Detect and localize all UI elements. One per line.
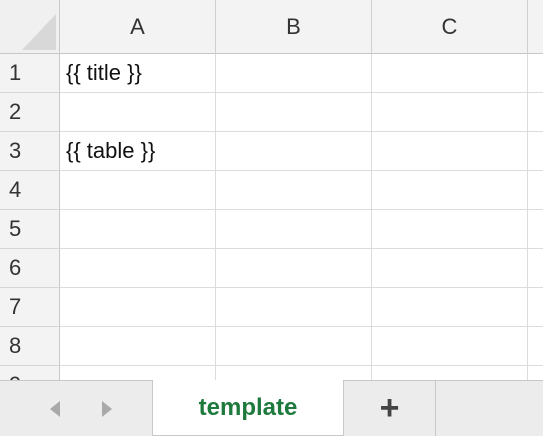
cell-c8[interactable]: [372, 327, 528, 366]
cell-b9[interactable]: [216, 366, 372, 380]
cell-b4[interactable]: [216, 171, 372, 210]
cell-d5[interactable]: [528, 210, 543, 249]
cell-b3[interactable]: [216, 132, 372, 171]
cell-d6[interactable]: [528, 249, 543, 288]
cell-a9[interactable]: [60, 366, 216, 380]
cell-d8[interactable]: [528, 327, 543, 366]
sheet-tab-template[interactable]: template: [152, 380, 344, 436]
cell-d2[interactable]: [528, 93, 543, 132]
cell-a5[interactable]: [60, 210, 216, 249]
cell-c2[interactable]: [372, 93, 528, 132]
column-header-a[interactable]: A: [60, 0, 216, 54]
row-header-5[interactable]: 5: [0, 210, 60, 249]
cell-a8[interactable]: [60, 327, 216, 366]
row-header-2[interactable]: 2: [0, 93, 60, 132]
row-header-8[interactable]: 8: [0, 327, 60, 366]
add-sheet-button[interactable]: +: [344, 381, 436, 436]
sheet-tab-bar: template +: [0, 380, 543, 436]
cell-c3[interactable]: [372, 132, 528, 171]
cell-d9[interactable]: [528, 366, 543, 380]
row-header-1[interactable]: 1: [0, 54, 60, 93]
row-header-7[interactable]: 7: [0, 288, 60, 327]
cell-a4[interactable]: [60, 171, 216, 210]
cell-a6[interactable]: [60, 249, 216, 288]
row-header-9[interactable]: 9: [0, 366, 60, 380]
cell-c7[interactable]: [372, 288, 528, 327]
cell-a7[interactable]: [60, 288, 216, 327]
cell-b8[interactable]: [216, 327, 372, 366]
select-all-corner[interactable]: [0, 0, 60, 54]
chevron-left-icon[interactable]: [40, 395, 70, 423]
cell-c5[interactable]: [372, 210, 528, 249]
cell-a2[interactable]: [60, 93, 216, 132]
cell-b1[interactable]: [216, 54, 372, 93]
row-header-4[interactable]: 4: [0, 171, 60, 210]
cell-a3[interactable]: {{ table }}: [60, 132, 216, 171]
cell-b5[interactable]: [216, 210, 372, 249]
cell-b7[interactable]: [216, 288, 372, 327]
cell-b2[interactable]: [216, 93, 372, 132]
cell-a1[interactable]: {{ title }}: [60, 54, 216, 93]
column-header-b[interactable]: B: [216, 0, 372, 54]
cell-c1[interactable]: [372, 54, 528, 93]
column-header-c[interactable]: C: [372, 0, 528, 54]
cell-d7[interactable]: [528, 288, 543, 327]
cell-d1[interactable]: [528, 54, 543, 93]
column-header-next[interactable]: [528, 0, 543, 54]
cell-b6[interactable]: [216, 249, 372, 288]
spreadsheet-grid: A B C 1 {{ title }} 2 3 {{ table }} 4 5 …: [0, 0, 543, 380]
chevron-right-icon[interactable]: [92, 395, 122, 423]
cell-c4[interactable]: [372, 171, 528, 210]
cell-d4[interactable]: [528, 171, 543, 210]
cell-d3[interactable]: [528, 132, 543, 171]
row-header-3[interactable]: 3: [0, 132, 60, 171]
cell-c6[interactable]: [372, 249, 528, 288]
row-header-6[interactable]: 6: [0, 249, 60, 288]
cell-c9[interactable]: [372, 366, 528, 380]
